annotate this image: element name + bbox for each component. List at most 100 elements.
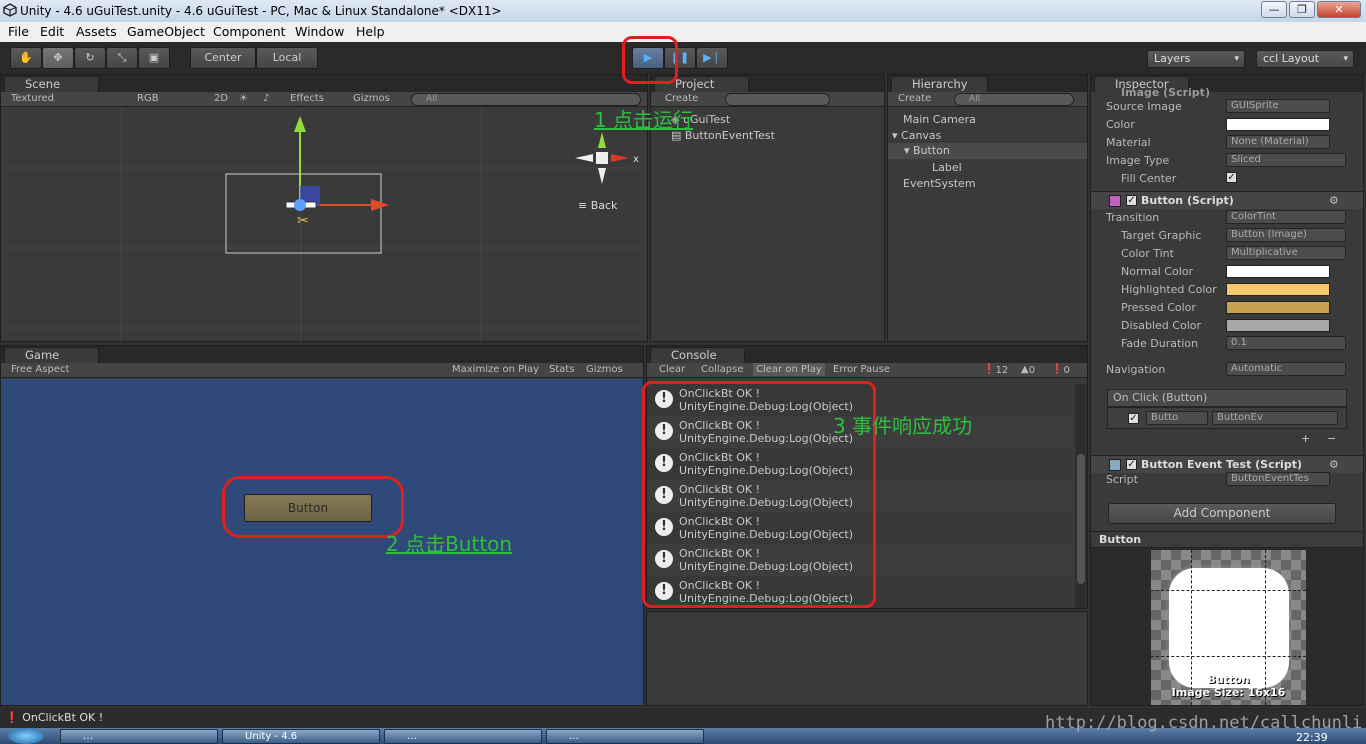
menu-assets[interactable]: Assets [76, 24, 117, 39]
button-component-header[interactable]: ✓ Button (Script) ⚙ [1091, 191, 1363, 209]
event-test-component-header[interactable]: ✓ Button Event Test (Script) ⚙ [1091, 455, 1363, 473]
log-count-toggle[interactable]: ❗ 12 [983, 364, 1008, 376]
remove-listener-button[interactable]: − [1327, 432, 1336, 445]
menu-component[interactable]: Component [213, 24, 286, 39]
event-test-enabled-checkbox[interactable]: ✓ [1126, 459, 1137, 470]
svg-text:✂: ✂ [297, 213, 309, 229]
console-collapse-toggle[interactable]: Collapse [701, 364, 744, 375]
pressed-color-swatch[interactable] [1226, 301, 1330, 314]
tab-console[interactable]: Console [650, 347, 745, 364]
onclick-target-field[interactable]: Butto [1146, 411, 1208, 425]
rotate-tool-icon[interactable]: ↻ [74, 47, 106, 69]
hierarchy-item-canvas[interactable]: ▾ Canvas [892, 129, 941, 142]
menu-help[interactable]: Help [356, 24, 385, 39]
annotation-step1: 1 点击运行 [594, 108, 694, 132]
color-swatch[interactable] [1226, 118, 1330, 131]
hierarchy-item-eventsystem[interactable]: EventSystem [903, 177, 976, 190]
console-error-pause-toggle[interactable]: Error Pause [833, 364, 890, 375]
scene-viewport[interactable]: ✂ x [1, 108, 647, 342]
scene-2d-toggle[interactable]: 2D [214, 93, 228, 104]
warning-count-toggle[interactable]: ▲ 0 [1021, 364, 1035, 376]
transition-dropdown[interactable]: ColorTint [1226, 210, 1346, 224]
add-component-button[interactable]: Add Component [1108, 503, 1336, 524]
audio-icon[interactable]: ♪ [263, 93, 269, 104]
add-listener-button[interactable]: + [1301, 432, 1310, 445]
unity-logo-icon [3, 3, 17, 17]
hierarchy-create-dropdown[interactable]: Create [898, 93, 931, 104]
normal-color-swatch[interactable] [1226, 265, 1330, 278]
step-button[interactable]: ▶❘ [696, 47, 728, 69]
fade-duration-field[interactable]: 0.1 [1226, 336, 1346, 350]
pressed-color-label: Pressed Color [1121, 301, 1196, 314]
gear-icon[interactable]: ⚙ [1329, 458, 1339, 471]
error-count-toggle[interactable]: ❗ 0 [1051, 364, 1070, 376]
material-field[interactable]: None (Material) [1226, 135, 1330, 149]
scene-tabrow: Scene [1, 75, 647, 93]
hand-tool-icon[interactable]: ✋ [10, 47, 42, 69]
onclick-enabled-checkbox[interactable]: ✓ [1128, 413, 1139, 424]
pivot-center-toggle[interactable]: Center [190, 47, 256, 69]
menu-gameobject[interactable]: GameObject [127, 24, 205, 39]
game-gizmos-dropdown[interactable]: Gizmos [586, 364, 623, 375]
scene-rgb-dropdown[interactable]: RGB [137, 93, 159, 104]
console-clear-button[interactable]: Clear [659, 364, 685, 375]
scene-gizmos-dropdown[interactable]: Gizmos [353, 93, 390, 104]
button-enabled-checkbox[interactable]: ✓ [1126, 195, 1137, 206]
tab-game[interactable]: Game [4, 347, 99, 364]
layout-dropdown[interactable]: ccl Layout [1256, 50, 1354, 68]
move-tool-icon[interactable]: ✥ [42, 47, 74, 69]
minimize-button[interactable]: — [1261, 1, 1287, 18]
menu-window[interactable]: Window [295, 24, 344, 39]
onclick-list: ✓ Butto ButtonEv [1107, 407, 1347, 429]
hierarchy-search-input[interactable]: All [954, 93, 1074, 106]
stats-toggle[interactable]: Stats [549, 364, 575, 375]
project-create-dropdown[interactable]: Create [665, 93, 698, 104]
highlighted-color-swatch[interactable] [1226, 283, 1330, 296]
start-button[interactable] [8, 728, 44, 744]
maximize-button[interactable]: ❐ [1289, 1, 1315, 18]
console-scrollbar[interactable] [1075, 384, 1087, 608]
game-toolbar: Free Aspect Maximize on Play Stats Gizmo… [1, 363, 643, 378]
taskbar-item-1[interactable]: … [60, 729, 218, 744]
onclick-function-dropdown[interactable]: ButtonEv [1212, 411, 1338, 425]
button-script-icon [1109, 195, 1121, 207]
source-image-field[interactable]: GUISprite [1226, 99, 1330, 113]
tab-hierarchy[interactable]: Hierarchy [891, 76, 988, 93]
navigation-dropdown[interactable]: Automatic [1226, 362, 1346, 376]
gear-icon[interactable]: ⚙ [1329, 194, 1339, 207]
console-scroll-thumb[interactable] [1077, 454, 1085, 584]
game-aspect-dropdown[interactable]: Free Aspect [11, 364, 69, 375]
sun-icon[interactable]: ☀ [239, 93, 248, 104]
disabled-color-swatch[interactable] [1226, 319, 1330, 332]
rect-tool-icon[interactable]: ▣ [138, 47, 170, 69]
scene-effects-dropdown[interactable]: Effects [290, 93, 324, 104]
pivot-local-label: Local [272, 51, 302, 64]
maximize-on-play-toggle[interactable]: Maximize on Play [452, 364, 539, 375]
game-viewport[interactable]: Button [1, 379, 643, 705]
close-button[interactable]: ✕ [1317, 1, 1361, 18]
project-tabrow: Project [651, 75, 884, 93]
hierarchy-item-label[interactable]: Label [932, 161, 962, 174]
image-type-dropdown[interactable]: Sliced [1226, 153, 1346, 167]
project-search-input[interactable] [725, 93, 830, 106]
image-component-header[interactable]: Image (Script) [1121, 86, 1210, 99]
layers-dropdown[interactable]: Layers [1147, 50, 1245, 68]
color-tint-dropdown[interactable]: Multiplicative [1226, 246, 1346, 260]
taskbar-item-3[interactable]: … [384, 729, 542, 744]
fill-center-checkbox[interactable]: ✓ [1226, 172, 1237, 183]
target-graphic-field[interactable]: Button (Image) [1226, 228, 1346, 242]
menu-edit[interactable]: Edit [40, 24, 64, 39]
tab-scene[interactable]: Scene [4, 76, 99, 93]
preview-title[interactable]: Button [1091, 532, 1363, 548]
pivot-local-toggle[interactable]: Local [256, 47, 318, 69]
script-field[interactable]: ButtonEventTes [1226, 472, 1330, 486]
taskbar-item-unity[interactable]: Unity - 4.6 [222, 729, 380, 744]
scene-shading-dropdown[interactable]: Textured [11, 93, 54, 104]
hierarchy-item-button[interactable]: ▾ Button [888, 143, 1087, 159]
taskbar-item-4[interactable]: … [546, 729, 704, 744]
hierarchy-item-main-camera[interactable]: Main Camera [903, 113, 976, 126]
console-clear-on-play-toggle[interactable]: Clear on Play [753, 363, 825, 376]
highlighted-color-label: Highlighted Color [1121, 283, 1217, 296]
menu-file[interactable]: File [8, 24, 29, 39]
scale-tool-icon[interactable]: ⤡ [106, 47, 138, 69]
